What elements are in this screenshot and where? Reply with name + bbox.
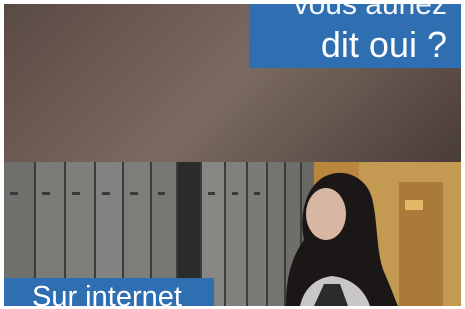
- bottom-caption-box: Sur internet: [4, 278, 214, 306]
- top-caption-line-2: dit oui ?: [320, 24, 447, 65]
- image-frame: vous auriez dit oui ? Sur internet: [0, 0, 465, 309]
- top-photo-panel: vous auriez dit oui ?: [4, 4, 461, 162]
- bottom-caption-line: Sur internet: [32, 281, 182, 306]
- top-caption-line-1: vous auriez: [293, 4, 447, 21]
- top-caption-box: vous auriez dit oui ?: [249, 4, 461, 68]
- bottom-photo-panel: Sur internet: [4, 162, 461, 306]
